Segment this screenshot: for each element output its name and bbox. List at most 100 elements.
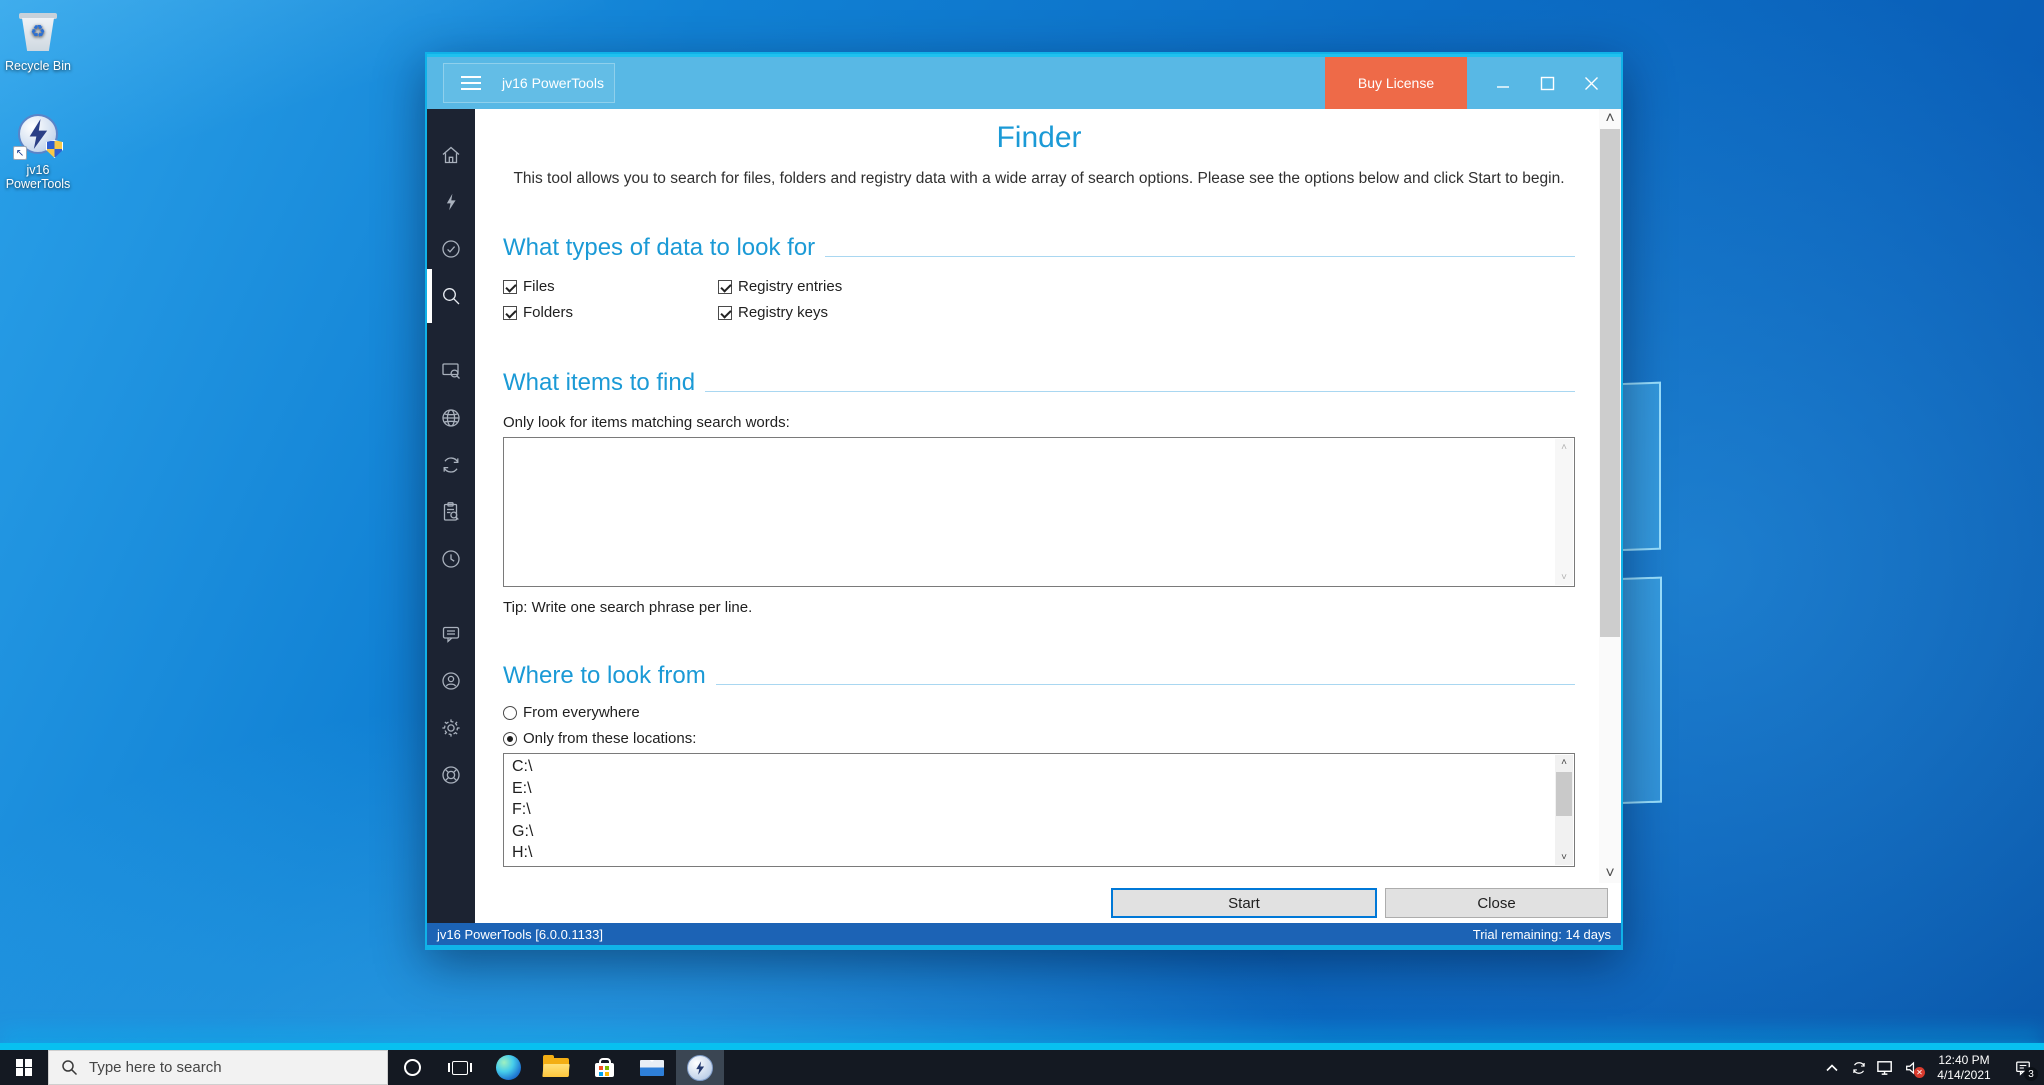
notification-badge: 3 [2024, 1067, 2038, 1081]
sidebar-item-support[interactable] [427, 755, 475, 795]
checkbox-files[interactable]: Files [503, 278, 718, 295]
statusbar-version: jv16 PowerTools [6.0.0.1133] [437, 926, 603, 942]
title-box: jv16 PowerTools [443, 63, 615, 103]
search-words-textarea[interactable]: ˄ ˅ [503, 437, 1575, 587]
minimize-button[interactable] [1481, 57, 1525, 109]
search-placeholder: Type here to search [89, 1059, 222, 1076]
sidebar-item-software-finder[interactable] [427, 351, 475, 391]
sidebar-item-home[interactable] [427, 135, 475, 175]
globe-icon [442, 409, 460, 427]
desktop-icon-label: Recycle Bin [5, 59, 71, 73]
close-button-footer[interactable]: Close [1385, 888, 1608, 918]
sidebar-item-history[interactable] [427, 539, 475, 579]
check-circle-icon [442, 240, 460, 258]
taskbar-jv16-button[interactable] [676, 1050, 724, 1085]
maximize-button[interactable] [1525, 57, 1569, 109]
start-button[interactable]: Start [1111, 888, 1377, 918]
titlebar-drag-area[interactable] [615, 57, 1325, 109]
heading-rule [715, 684, 1575, 685]
page-title: Finder [996, 121, 1082, 154]
list-item[interactable]: C:\ [512, 756, 1554, 778]
sidebar-item-settings[interactable] [427, 708, 475, 748]
radio-only-locations[interactable]: Only from these locations: [503, 730, 1575, 747]
checkbox-icon [503, 279, 517, 294]
tray-network-button[interactable] [1872, 1050, 1899, 1085]
checkbox-registry-keys[interactable]: Registry keys [718, 304, 842, 321]
titlebar: jv16 PowerTools Buy License [427, 54, 1621, 109]
sidebar-item-internet[interactable] [427, 398, 475, 438]
scroll-up-icon[interactable]: ˄ [1599, 109, 1621, 128]
screen-search-icon [442, 363, 460, 379]
lightning-icon [696, 1060, 705, 1075]
start-menu-button[interactable] [0, 1050, 48, 1085]
sync-icon [443, 457, 459, 473]
taskbar-file-explorer-button[interactable] [532, 1050, 580, 1085]
taskbar-cortana-button[interactable] [388, 1050, 436, 1085]
section-items-heading: What items to find [503, 369, 1575, 397]
page-description: This tool allows you to search for files… [513, 170, 1565, 187]
search-icon [62, 1060, 78, 1076]
sync-icon [1852, 1061, 1865, 1074]
taskbar-edge-button[interactable] [484, 1050, 532, 1085]
tray-clock[interactable]: 12:40 PM 4/14/2021 [1926, 1053, 2002, 1083]
tray-action-center-button[interactable]: 3 [2002, 1050, 2044, 1085]
tray-sync-icon-button[interactable] [1845, 1050, 1872, 1085]
gear-icon [442, 719, 460, 737]
scrollbar-thumb[interactable] [1556, 772, 1572, 816]
scrollbar-thumb[interactable] [1600, 129, 1620, 637]
list-item[interactable]: H:\ [512, 842, 1554, 864]
sidebar-item-verify[interactable] [427, 229, 475, 269]
wallpaper-glow [0, 1043, 2044, 1050]
list-item[interactable]: E:\ [512, 778, 1554, 800]
taskbar-store-button[interactable] [580, 1050, 628, 1085]
search-words-value[interactable] [508, 440, 1553, 584]
listbox-scrollbar[interactable]: ˄ ˅ [1555, 755, 1573, 865]
textarea-scrollbar[interactable]: ˄ ˅ [1555, 439, 1573, 585]
locations-listbox[interactable]: C:\ E:\ F:\ G:\ H:\ ˄ ˅ [503, 753, 1575, 867]
statusbar: jv16 PowerTools [6.0.0.1133] Trial remai… [427, 923, 1621, 945]
sidebar-item-finder[interactable] [427, 269, 475, 323]
taskbar-task-view-button[interactable] [436, 1050, 484, 1085]
scroll-down-icon[interactable]: ˅ [1555, 850, 1573, 865]
sidebar-item-tasks[interactable] [427, 492, 475, 532]
buy-license-button[interactable]: Buy License [1325, 57, 1467, 109]
clock-icon [442, 550, 460, 568]
file-explorer-icon [542, 1055, 570, 1077]
taskbar-mail-button[interactable] [628, 1050, 676, 1085]
heading-rule [705, 391, 1575, 392]
system-tray: ✕ 12:40 PM 4/14/2021 3 [1818, 1050, 2044, 1085]
tray-volume-button[interactable]: ✕ [1899, 1050, 1926, 1085]
sidebar-item-clean-and-fix[interactable] [427, 182, 475, 222]
checkbox-icon [718, 279, 732, 294]
scroll-up-icon[interactable]: ˄ [1561, 439, 1567, 455]
section-types-heading: What types of data to look for [503, 234, 1575, 262]
store-icon [594, 1058, 614, 1077]
search-icon [443, 288, 460, 305]
sidebar-item-refresh[interactable] [427, 445, 475, 485]
desktop-icon-recycle-bin[interactable]: ♻ Recycle Bin [0, 8, 76, 73]
scroll-down-icon[interactable]: ˅ [1599, 864, 1621, 883]
sidebar-item-feedback[interactable] [427, 614, 475, 654]
section-where-heading: Where to look from [503, 662, 1575, 690]
checkbox-folders[interactable]: Folders [503, 304, 718, 321]
tray-show-hidden-icons[interactable] [1818, 1050, 1845, 1085]
sidebar-item-account[interactable] [427, 661, 475, 701]
recycle-symbol: ♻ [30, 22, 46, 41]
desktop-icon-jv16[interactable]: ↗ jv16 PowerTools [0, 112, 76, 191]
list-item[interactable]: F:\ [512, 799, 1554, 821]
minimize-icon [1497, 86, 1509, 88]
chevron-up-icon [1825, 1063, 1838, 1071]
jv16-powertools-window: jv16 PowerTools Buy License Finder This … [425, 52, 1623, 950]
list-item[interactable]: G:\ [512, 821, 1554, 843]
page-scrollbar[interactable]: ˄ ˅ [1599, 109, 1621, 883]
recycle-bin-icon: ♻ [15, 8, 61, 56]
menu-button[interactable] [461, 76, 481, 90]
scroll-down-icon[interactable]: ˅ [1561, 569, 1567, 585]
close-button[interactable] [1569, 57, 1613, 109]
scroll-up-icon[interactable]: ˄ [1555, 755, 1573, 770]
taskbar-search-input[interactable]: Type here to search [48, 1050, 388, 1085]
maximize-icon [1540, 76, 1554, 90]
radio-from-everywhere[interactable]: From everywhere [503, 704, 1575, 721]
checkbox-registry-entries[interactable]: Registry entries [718, 278, 842, 295]
tray-date-text: 4/14/2021 [1937, 1067, 1991, 1082]
